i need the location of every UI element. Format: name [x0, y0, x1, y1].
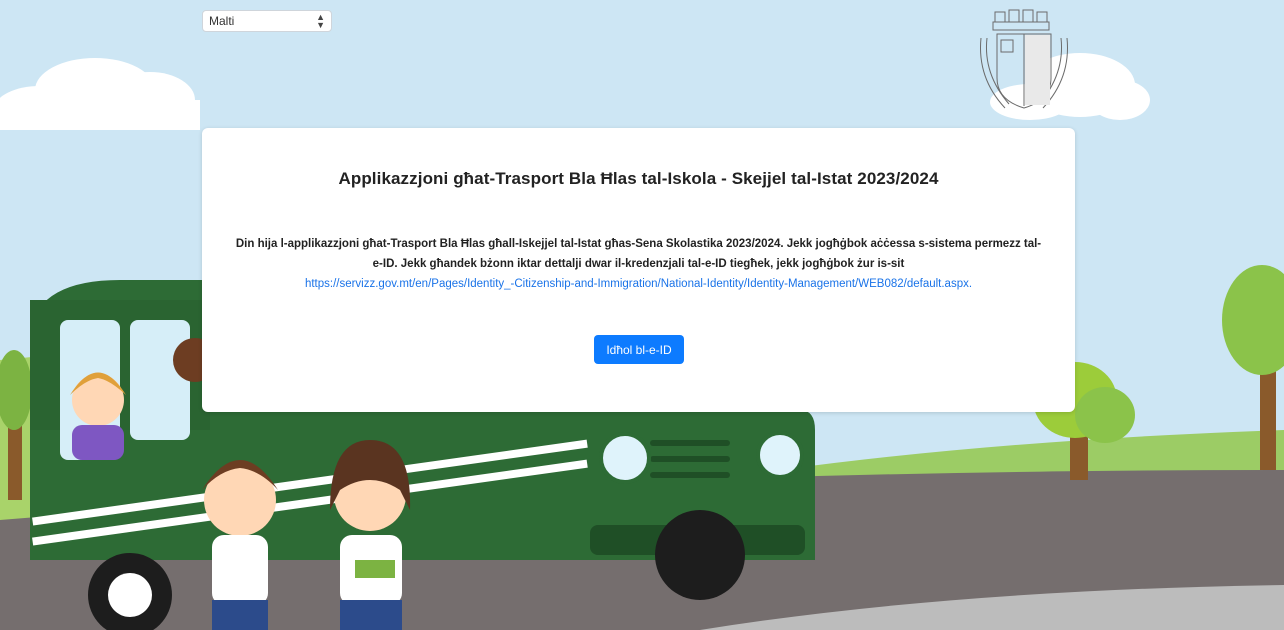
card-description: Din hija l-applikazzjoni għat-Trasport B… — [232, 234, 1045, 294]
language-select-value: Malti — [209, 14, 235, 28]
eid-info-link[interactable]: https://servizz.gov.mt/en/Pages/Identity… — [232, 274, 1045, 294]
card-description-text: Din hija l-applikazzjoni għat-Trasport B… — [235, 238, 1042, 270]
page-title: Applikazzjoni għat-Trasport Bla Ħlas tal… — [338, 169, 939, 188]
language-select[interactable]: Malti ▲ ▼ — [202, 10, 332, 32]
coat-of-arms-icon — [980, 9, 1068, 109]
login-eid-button[interactable]: Idħol bl-e-ID — [594, 335, 684, 364]
sort-caret-icon: ▲ ▼ — [316, 12, 325, 30]
application-card: Applikazzjoni għat-Trasport Bla Ħlas tal… — [202, 128, 1075, 412]
